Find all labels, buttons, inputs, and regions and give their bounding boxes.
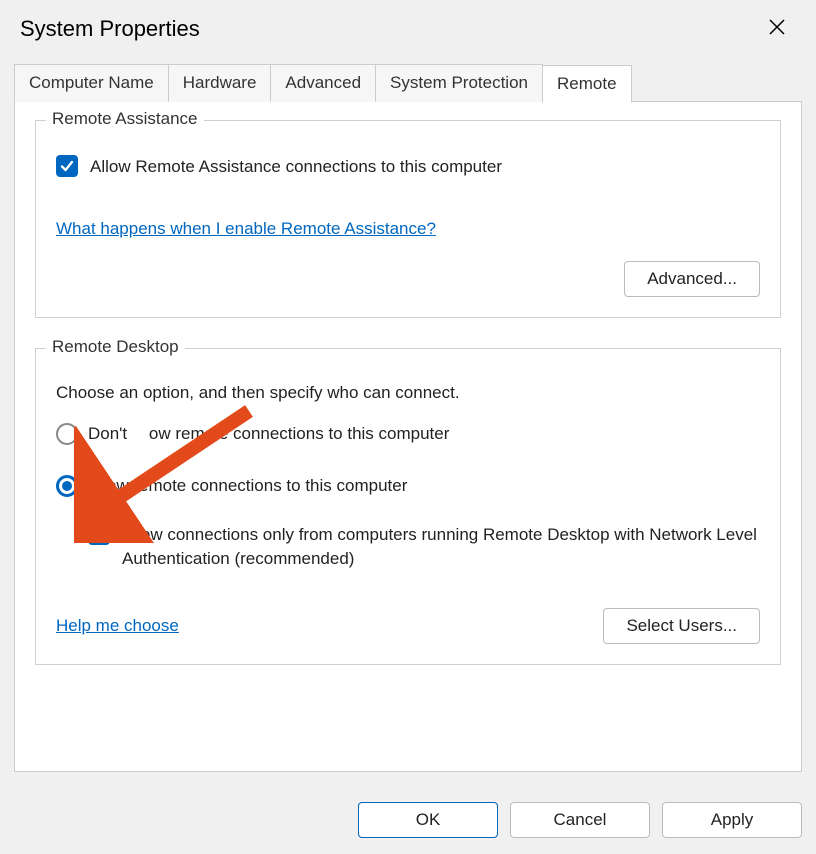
allow-remote-radio[interactable] (56, 475, 78, 497)
window-title: System Properties (20, 16, 200, 42)
tab-panel-remote: Remote Assistance Allow Remote Assistanc… (14, 101, 802, 772)
nla-label[interactable]: Allow connections only from computers ru… (122, 523, 760, 571)
help-me-choose-link[interactable]: Help me choose (56, 616, 179, 636)
deny-label-suffix: ow remote connections to this computer (149, 424, 449, 443)
remote-desktop-bottom-row: Help me choose Select Users... (56, 608, 760, 644)
remote-desktop-title: Remote Desktop (46, 337, 185, 357)
tab-hardware[interactable]: Hardware (168, 64, 272, 102)
tab-system-protection[interactable]: System Protection (375, 64, 543, 102)
cancel-button[interactable]: Cancel (510, 802, 650, 838)
tab-strip: Computer Name Hardware Advanced System P… (14, 64, 802, 102)
deny-remote-row: Don't allow remote connections to this c… (56, 423, 760, 445)
system-properties-window: System Properties Computer Name Hardware… (0, 0, 816, 854)
checkmark-icon (59, 158, 75, 174)
apply-button[interactable]: Apply (662, 802, 802, 838)
allow-remote-label[interactable]: Allow remote connections to this compute… (88, 476, 407, 496)
remote-assistance-title: Remote Assistance (46, 109, 204, 129)
deny-remote-radio[interactable] (56, 423, 78, 445)
checkmark-icon (91, 526, 107, 542)
tab-remote[interactable]: Remote (542, 65, 632, 103)
remote-assistance-help-link[interactable]: What happens when I enable Remote Assist… (56, 219, 436, 239)
tab-computer-name[interactable]: Computer Name (14, 64, 169, 102)
allow-remote-assistance-checkbox[interactable] (56, 155, 78, 177)
ok-button[interactable]: OK (358, 802, 498, 838)
close-icon (768, 18, 786, 36)
remote-desktop-group: Remote Desktop Choose an option, and the… (35, 348, 781, 666)
remote-assistance-advanced-button[interactable]: Advanced... (624, 261, 760, 297)
annotation-arrow-icon (74, 393, 264, 543)
remote-desktop-instruction: Choose an option, and then specify who c… (56, 383, 760, 403)
tab-advanced[interactable]: Advanced (270, 64, 376, 102)
select-users-button[interactable]: Select Users... (603, 608, 760, 644)
deny-remote-label[interactable]: Don't allow remote connections to this c… (88, 424, 449, 444)
allow-remote-assistance-label[interactable]: Allow Remote Assistance connections to t… (90, 155, 502, 179)
allow-remote-assistance-row: Allow Remote Assistance connections to t… (56, 155, 760, 179)
nla-checkbox[interactable] (88, 523, 110, 545)
titlebar: System Properties (0, 0, 816, 54)
close-button[interactable] (758, 14, 796, 44)
allow-remote-row: Allow remote connections to this compute… (56, 475, 760, 497)
deny-label-prefix: Don't (88, 424, 132, 443)
remote-assistance-group: Remote Assistance Allow Remote Assistanc… (35, 120, 781, 318)
dialog-button-row: OK Cancel Apply (0, 786, 816, 854)
content-area: Computer Name Hardware Advanced System P… (0, 54, 816, 786)
nla-row: Allow connections only from computers ru… (88, 523, 760, 571)
